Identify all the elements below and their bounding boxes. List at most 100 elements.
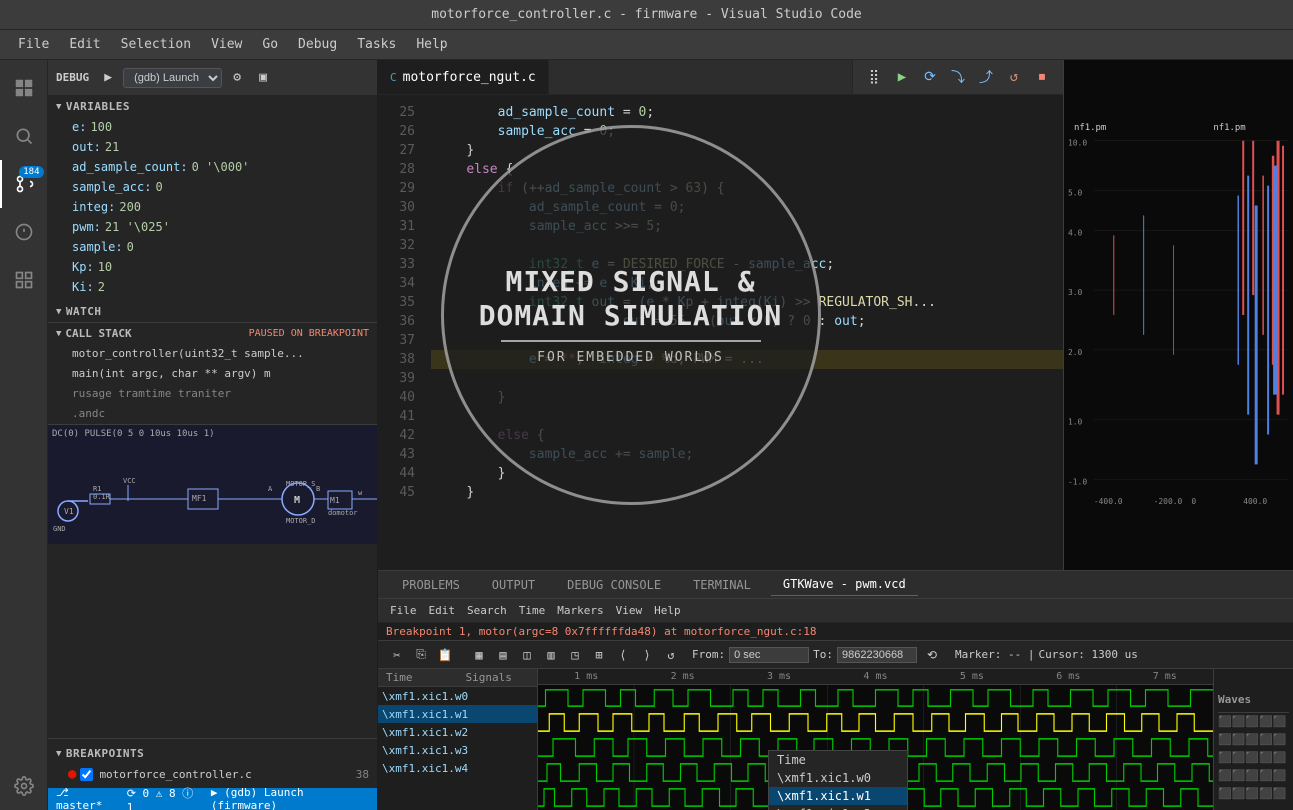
gw-tool-6[interactable]: ⊞ — [588, 644, 610, 666]
signal-row-1[interactable]: \xmf1.xic1.w1 — [378, 705, 537, 723]
call-item-1[interactable]: main(int argc, char ** argv) m — [48, 364, 377, 384]
menu-selection[interactable]: Selection — [113, 35, 199, 54]
bp-checkbox[interactable] — [80, 768, 93, 781]
menu-tasks[interactable]: Tasks — [349, 35, 404, 54]
activity-source-control[interactable]: 184 — [0, 160, 48, 208]
gw-menu-help[interactable]: Help — [650, 604, 685, 617]
menu-go[interactable]: Go — [254, 35, 286, 54]
breakpoint-info: Breakpoint 1, motor(argc=8 0x7ffffffda48… — [378, 623, 1293, 641]
launch-config-select[interactable]: (gdb) Launch — [123, 68, 222, 88]
activity-search[interactable] — [0, 112, 48, 160]
var-kp: Kp: 10 — [48, 257, 377, 277]
breakpoints-arrow: ▼ — [56, 749, 62, 759]
tab-motorforce[interactable]: C motorforce_ngut.c — [378, 60, 549, 94]
ctrl-restart-btn[interactable]: ↺ — [1001, 64, 1027, 90]
gw-tool-8[interactable]: ⟩ — [636, 644, 658, 666]
debug-toolbar: DEBUG ▶ (gdb) Launch ⚙ ▣ — [48, 60, 377, 96]
variables-header[interactable]: ▼ VARIABLES — [48, 96, 377, 117]
svg-text:5.0: 5.0 — [1068, 189, 1083, 198]
code-line-34: integ += e * Ki; — [431, 274, 1063, 293]
menu-help[interactable]: Help — [408, 35, 455, 54]
gw-menu-edit[interactable]: Edit — [425, 604, 460, 617]
ctrl-pause-btn[interactable]: ⣿ — [861, 64, 887, 90]
gw-menu-markers[interactable]: Markers — [553, 604, 607, 617]
activity-extensions[interactable] — [0, 256, 48, 304]
activity-debug[interactable] — [0, 208, 48, 256]
svg-text:MOTOR_D: MOTOR_D — [286, 517, 316, 525]
gw-tool-7[interactable]: ⟨ — [612, 644, 634, 666]
svg-text:nf1.pm: nf1.pm — [1074, 123, 1106, 133]
code-line-37 — [431, 331, 1063, 350]
ctrl-step-into-btn[interactable]: ⤵ — [945, 64, 971, 90]
svg-text:domotor: domotor — [328, 509, 358, 517]
signal-row-0[interactable]: \xmf1.xic1.w0 — [378, 687, 537, 705]
menu-edit[interactable]: Edit — [61, 35, 108, 54]
svg-text:w: w — [358, 489, 363, 497]
gtkwave-menu: File Edit Search Time Markers View Help — [378, 599, 1293, 623]
watch-section: ▼ WATCH — [48, 301, 377, 322]
code-line-38: e = **; integ = %d, PWM = ... — [431, 350, 1063, 369]
gw-tool-2[interactable]: ▤ — [492, 644, 514, 666]
bp-info-text: Breakpoint 1, motor(argc=8 0x7ffffffda48… — [386, 625, 816, 638]
gw-tool-5[interactable]: ◳ — [564, 644, 586, 666]
tab-output[interactable]: OUTPUT — [480, 574, 547, 596]
from-input[interactable] — [729, 647, 809, 663]
gw-menu-view[interactable]: View — [612, 604, 647, 617]
gw-tool-paste[interactable]: 📋 — [434, 644, 456, 666]
gw-tool-3[interactable]: ◫ — [516, 644, 538, 666]
watch-header[interactable]: ▼ WATCH — [48, 301, 377, 322]
menu-view[interactable]: View — [203, 35, 250, 54]
ctrl-step-over-btn[interactable]: ⟳ — [917, 64, 943, 90]
code-line-32 — [431, 236, 1063, 255]
ctrl-continue-btn[interactable]: ▶ — [889, 64, 915, 90]
line-numbers: 2526272829 3031323334 3536373839 4041424… — [378, 95, 423, 570]
menu-file[interactable]: File — [10, 35, 57, 54]
gw-menu-search[interactable]: Search — [463, 604, 511, 617]
tab-terminal[interactable]: TERMINAL — [681, 574, 763, 596]
ctrl-stop-btn[interactable]: ⏹ — [1029, 64, 1055, 90]
svg-text:GND: GND — [53, 525, 66, 533]
menu-debug[interactable]: Debug — [290, 35, 345, 54]
gw-tool-refresh[interactable]: ↺ — [660, 644, 682, 666]
var-e: e: 100 — [48, 117, 377, 137]
svg-text:B: B — [316, 485, 320, 493]
dropdown-w1[interactable]: \xmf1.xic1.w1 — [769, 787, 907, 805]
debug-terminal-btn[interactable]: ▣ — [252, 67, 274, 89]
gw-menu-file[interactable]: File — [386, 604, 421, 617]
gw-zoom-full[interactable]: ⟲ — [921, 644, 943, 666]
to-input[interactable] — [837, 647, 917, 663]
breakpoints-header[interactable]: ▼ BREAKPOINTS — [48, 743, 377, 764]
signal-row-4[interactable]: \xmf1.xic1.w4 — [378, 759, 537, 777]
code-line-29: if (++ad_sample_count > 63) { — [431, 179, 1063, 198]
tab-gtkwave[interactable]: GTKWave - pwm.vcd — [771, 573, 918, 596]
breakpoint-item[interactable]: ● motorforce_controller.c 38 — [48, 764, 377, 784]
gw-tool-4[interactable]: ▥ — [540, 644, 562, 666]
gw-tool-copy[interactable]: ⎘ — [410, 644, 432, 666]
call-item-0[interactable]: motor_controller(uint32_t sample... — [48, 344, 377, 364]
svg-text:1.0: 1.0 — [1068, 418, 1083, 427]
window-title: motorforce_controller.c - firmware - Vis… — [431, 7, 861, 22]
debug-settings-btn[interactable]: ⚙ — [226, 67, 248, 89]
code-line-36: out = 55 : (out < 0) ? 0 : out; — [431, 312, 1063, 331]
svg-text:MOTOR_S: MOTOR_S — [286, 480, 316, 488]
tab-problems[interactable]: PROBLEMS — [390, 574, 472, 596]
svg-text:A: A — [268, 485, 273, 493]
gw-menu-time[interactable]: Time — [515, 604, 550, 617]
gw-tool-cut[interactable]: ✂ — [386, 644, 408, 666]
var-sample: sample: 0 — [48, 237, 377, 257]
tab-debug-console[interactable]: DEBUG CONSOLE — [555, 574, 673, 596]
activity-explorer[interactable] — [0, 64, 48, 112]
activity-settings[interactable] — [0, 762, 48, 810]
signal-row-3[interactable]: \xmf1.xic1.w3 — [378, 741, 537, 759]
dropdown-w2[interactable]: \xmf1.xic1.w2 — [769, 805, 907, 810]
ctrl-step-out-btn[interactable]: ⤴ — [973, 64, 999, 90]
code-line-35: int32_t out = (e * Kp + integ(Ki) >> REG… — [431, 293, 1063, 312]
signal-row-2[interactable]: \xmf1.xic1.w2 — [378, 723, 537, 741]
debug-play-btn[interactable]: ▶ — [97, 67, 119, 89]
gtkwave-header: PROBLEMS OUTPUT DEBUG CONSOLE TERMINAL G… — [378, 571, 1293, 599]
title-bar: motorforce_controller.c - firmware - Vis… — [0, 0, 1293, 30]
signal-dropdown[interactable]: Time \xmf1.xic1.w0 \xmf1.xic1.w1 \xmf1.x… — [768, 750, 908, 810]
dropdown-w0[interactable]: \xmf1.xic1.w0 — [769, 769, 907, 787]
gw-tool-1[interactable]: ▦ — [468, 644, 490, 666]
status-branch: ⎇ master* — [56, 786, 119, 810]
